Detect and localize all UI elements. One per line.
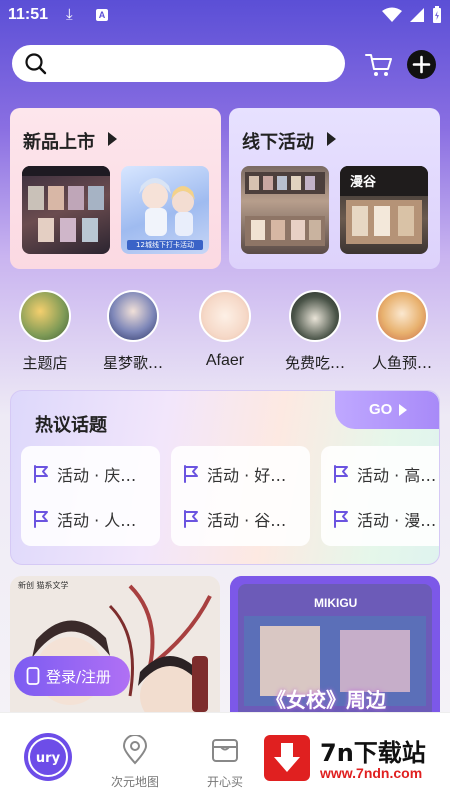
promo-title: 线下活动 bbox=[242, 132, 314, 153]
category-label: 人鱼预… bbox=[371, 354, 432, 372]
category-afaer[interactable]: Afaer bbox=[185, 290, 265, 370]
login-register-button[interactable]: 登录/注册 bbox=[14, 656, 130, 696]
promo-thumbnail[interactable] bbox=[241, 166, 329, 254]
topic-card: 活动 · 庆… 活动 · 人… bbox=[21, 446, 160, 546]
topic-text: 活动 · 高… bbox=[357, 466, 437, 485]
triangle-right-icon bbox=[327, 132, 336, 146]
category-label: 主题店 bbox=[22, 354, 68, 372]
topic-item[interactable]: 活动 · 高… bbox=[333, 462, 436, 486]
category-avatar bbox=[376, 290, 428, 342]
triangle-right-icon bbox=[108, 132, 117, 146]
add-button[interactable] bbox=[407, 50, 436, 79]
triangle-right-icon bbox=[399, 404, 407, 416]
nav-map[interactable]: 次元地图 bbox=[100, 734, 170, 790]
category-avatar bbox=[19, 290, 71, 342]
topic-text: 活动 · 好… bbox=[207, 466, 287, 485]
topic-card: 活动 · 高… 活动 · 漫… bbox=[321, 446, 439, 546]
anime-illustration-image bbox=[10, 576, 220, 726]
battery-icon bbox=[433, 6, 441, 23]
phone-icon bbox=[26, 667, 40, 685]
search-icon bbox=[25, 53, 47, 75]
category-star-dream[interactable]: 星梦歌… bbox=[93, 290, 173, 373]
category-theme-store[interactable]: 主题店 bbox=[5, 290, 85, 373]
topic-item[interactable]: 活动 · 漫… bbox=[333, 507, 436, 531]
search-input[interactable] bbox=[58, 53, 328, 75]
topic-item[interactable]: 活动 · 好… bbox=[183, 462, 286, 486]
keyboard-indicator-icon: A bbox=[96, 9, 108, 21]
watermark-url: www.7ndn.com bbox=[320, 765, 423, 781]
download-arrow-icon bbox=[264, 735, 310, 781]
login-label: 登录/注册 bbox=[46, 667, 112, 686]
flag-icon bbox=[34, 510, 48, 528]
poster-caption: 12城线下打卡活动 bbox=[127, 240, 203, 250]
svg-text:漫谷: 漫谷 bbox=[350, 174, 377, 190]
topic-card: 活动 · 好… 活动 · 谷… bbox=[171, 446, 310, 546]
flag-icon bbox=[34, 465, 48, 483]
promo-offline-events[interactable]: 线下活动 漫谷 bbox=[229, 108, 440, 269]
watermark-title: 7n下载站 bbox=[320, 739, 426, 767]
svg-text:ury: ury bbox=[36, 751, 61, 766]
feed-caption: 《女校》周边 bbox=[266, 688, 386, 712]
category-free-eat[interactable]: 免费吃… bbox=[275, 290, 355, 373]
category-avatar bbox=[107, 290, 159, 342]
go-button[interactable]: GO bbox=[335, 391, 439, 429]
go-label: GO bbox=[369, 401, 393, 418]
shop-box-icon bbox=[212, 739, 238, 762]
event-sign: MIKIGU bbox=[314, 596, 358, 610]
topic-item[interactable]: 活动 · 谷… bbox=[183, 507, 286, 531]
cart-icon[interactable] bbox=[364, 49, 394, 79]
topic-text: 活动 · 人… bbox=[57, 511, 137, 530]
shop-front-image: 漫谷 bbox=[340, 166, 428, 244]
download-icon: ⤓ bbox=[66, 5, 73, 23]
bottom-nav: ury 次元地图 开心买 7n下载站 www.7ndn.com bbox=[0, 712, 450, 801]
hot-topics-panel: 热议话题 GO 活动 · 庆… 活动 · 人… 活动 · 好… 活动 · 谷… … bbox=[10, 390, 440, 565]
nav-label: 次元地图 bbox=[110, 775, 159, 789]
shop-interior-image bbox=[245, 172, 325, 246]
signal-icon bbox=[410, 8, 424, 22]
promo-thumbnail[interactable]: 12城线下打卡活动 bbox=[121, 166, 209, 254]
nav-shop[interactable]: 开心买 bbox=[190, 735, 260, 790]
category-label: 免费吃… bbox=[284, 354, 345, 372]
feed-card[interactable]: MIKIGU 《女校》周边 bbox=[230, 576, 440, 726]
logo-icon: ury bbox=[28, 737, 68, 777]
topic-item[interactable]: 活动 · 人… bbox=[33, 507, 136, 531]
nav-label: 开心买 bbox=[206, 775, 243, 789]
status-bar: 11:51 ⤓ A bbox=[0, 0, 450, 32]
promo-new-arrivals[interactable]: 新品上市 12城线下打卡活动 bbox=[10, 108, 221, 269]
search-bar[interactable] bbox=[12, 45, 345, 82]
status-time: 11:51 bbox=[8, 6, 49, 23]
plus-icon bbox=[412, 55, 431, 74]
flag-icon bbox=[184, 465, 198, 483]
category-label: Afaer bbox=[205, 352, 245, 369]
watermark: 7n下载站 www.7ndn.com bbox=[256, 727, 446, 791]
promo-thumbnail[interactable] bbox=[22, 166, 110, 254]
topic-text: 活动 · 庆… bbox=[57, 466, 137, 485]
category-mermaid-presale[interactable]: 人鱼预… bbox=[362, 290, 442, 373]
promo-thumbnail[interactable]: 漫谷 bbox=[340, 166, 428, 254]
feed-caption: 新创 猫系文学 bbox=[18, 581, 69, 590]
flag-icon bbox=[334, 465, 348, 483]
wifi-icon bbox=[382, 7, 402, 22]
flag-icon bbox=[334, 510, 348, 528]
category-avatar bbox=[199, 290, 251, 342]
feed-card[interactable]: 新创 猫系文学 bbox=[10, 576, 220, 726]
location-pin-icon bbox=[122, 734, 148, 765]
flag-icon bbox=[184, 510, 198, 528]
topic-text: 活动 · 谷… bbox=[207, 511, 287, 530]
topic-text: 活动 · 漫… bbox=[357, 511, 437, 530]
category-avatar bbox=[289, 290, 341, 342]
topics-title: 热议话题 bbox=[35, 415, 107, 436]
promo-title: 新品上市 bbox=[23, 132, 95, 153]
category-label: 星梦歌… bbox=[102, 354, 163, 372]
home-tab[interactable]: ury bbox=[24, 733, 72, 781]
topic-item[interactable]: 活动 · 庆… bbox=[33, 462, 136, 486]
product-display-image bbox=[22, 166, 110, 242]
status-icons bbox=[382, 6, 442, 24]
